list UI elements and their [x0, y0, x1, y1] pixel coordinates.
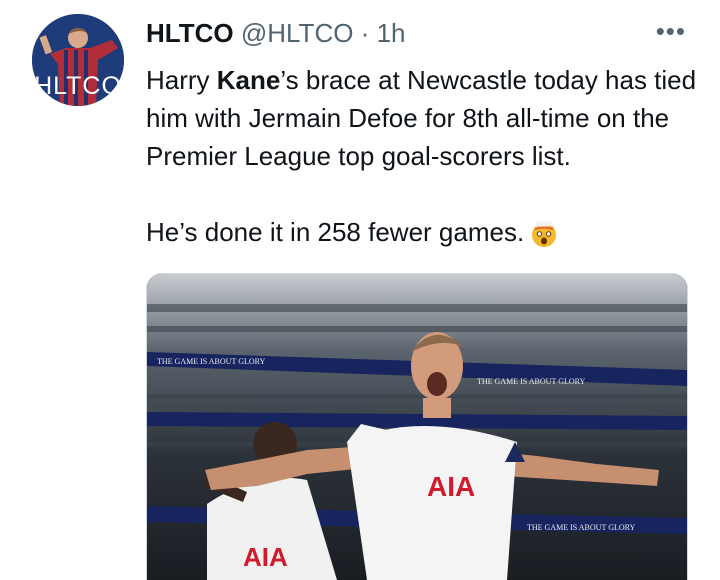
photo-kane-celebration: THE GAME IS ABOUT GLORY THE GAME IS ABOU…: [147, 274, 687, 580]
timestamp[interactable]: 1h: [377, 18, 406, 48]
tweet-photo[interactable]: THE GAME IS ABOUT GLORY THE GAME IS ABOU…: [146, 273, 688, 580]
avatar-text: HLTCO: [34, 72, 122, 100]
banner-text: THE GAME IS ABOUT GLORY: [527, 523, 636, 532]
more-options-icon[interactable]: •••: [656, 14, 686, 48]
avatar[interactable]: HLTCO: [32, 14, 124, 106]
tweet-header: HLTCO @HLTCO · 1h: [146, 16, 406, 50]
shirt-sponsor: AIA: [243, 542, 288, 572]
tweet-paragraph-2: He’s done it in 258 fewer games.: [146, 213, 706, 251]
exploding-head-emoji-icon: [528, 216, 560, 248]
banner-text: THE GAME IS ABOUT GLORY: [157, 357, 266, 366]
tweet-text: Harry Kane’s brace at Newcastle today ha…: [146, 61, 706, 251]
banner-text: THE GAME IS ABOUT GLORY: [477, 377, 586, 386]
tweet-paragraph-1: Harry Kane’s brace at Newcastle today ha…: [146, 65, 697, 171]
user-handle[interactable]: @HLTCO: [241, 18, 354, 48]
bold-name: Kane: [216, 65, 281, 95]
separator-dot: ·: [360, 18, 370, 48]
display-name[interactable]: HLTCO: [146, 18, 234, 48]
shirt-sponsor: AIA: [427, 471, 475, 502]
